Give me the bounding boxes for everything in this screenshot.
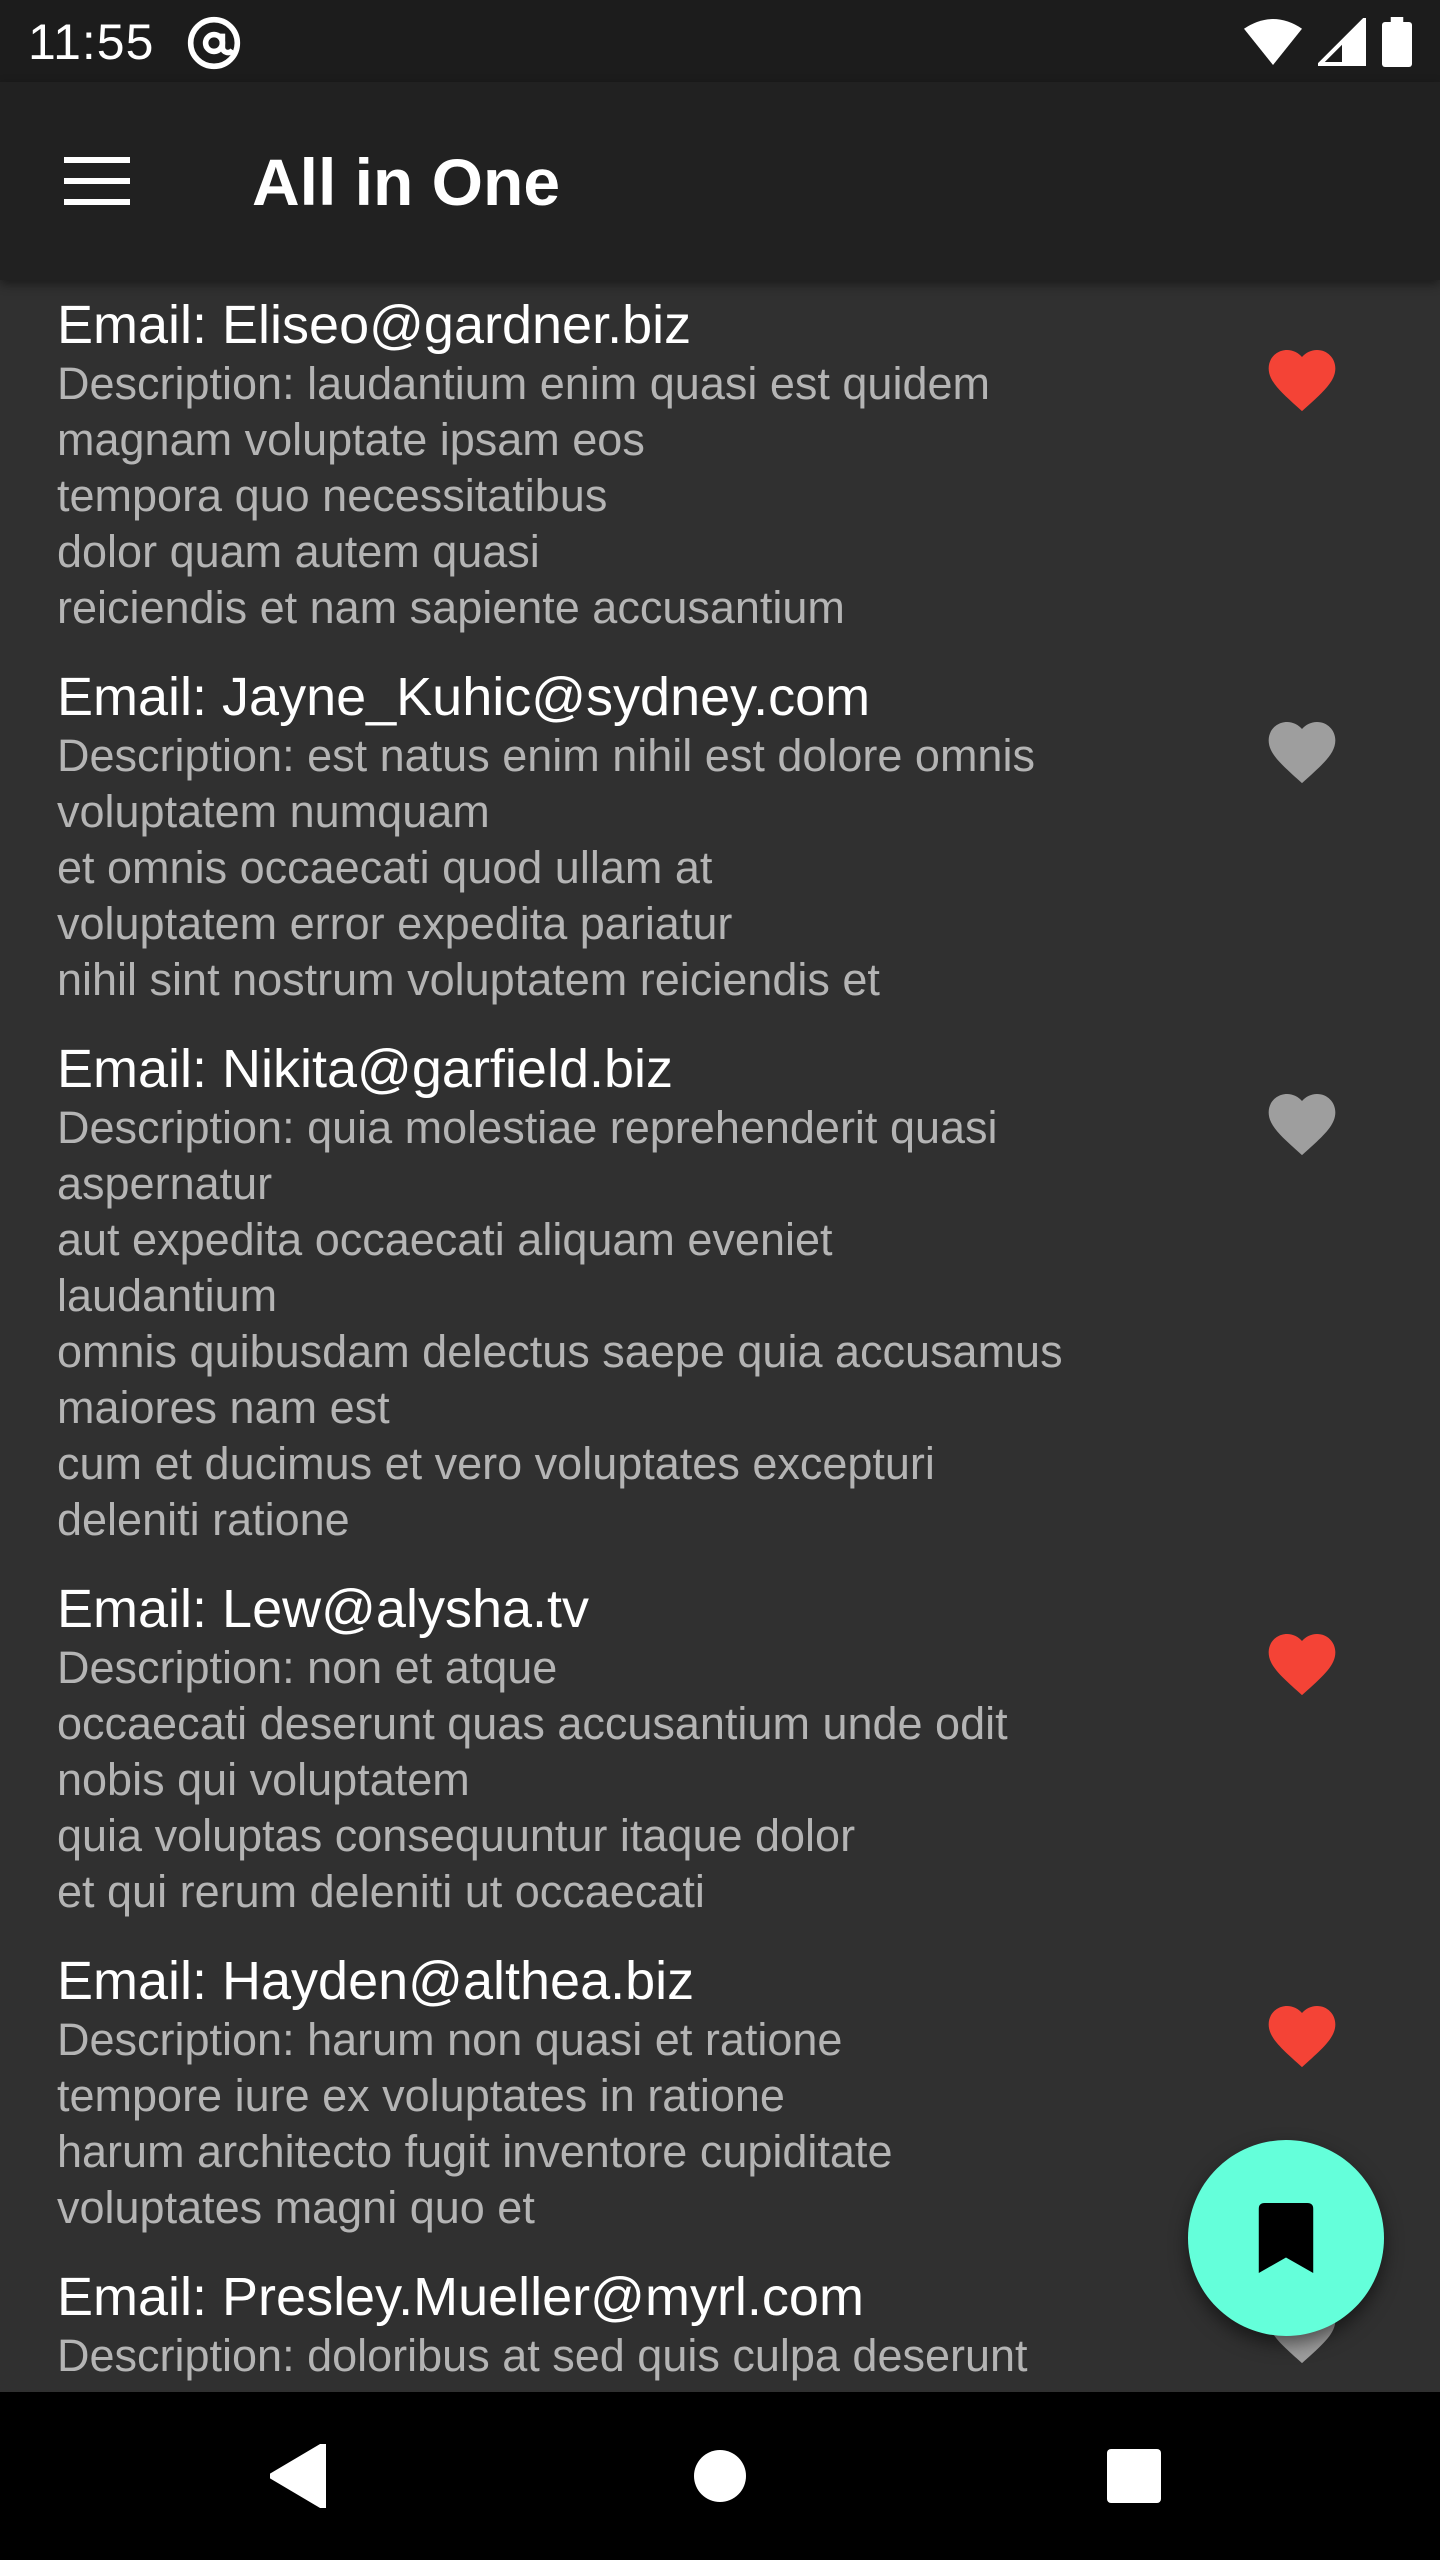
description-line: Description: non et atque [57,1642,558,1693]
signal-icon [1318,18,1366,66]
navigation-bar [0,2392,1440,2560]
description-line: nobis qui voluptatem [57,1754,470,1805]
favorite-toggle[interactable] [1262,1624,1342,1704]
description-line: tempore iure ex voluptates in ratione [57,2070,785,2121]
favorite-toggle[interactable] [1262,340,1342,420]
favorite-toggle[interactable] [1262,712,1342,792]
heart-icon [1268,2006,1336,2068]
description-line: tempora quo necessitatibus [57,470,608,521]
description-line: laudantium [57,1270,278,1321]
hamburger-menu-icon [64,157,130,205]
description-line: Description: est natus enim nihil est do… [57,730,1035,781]
status-bar: 11:55 [0,0,1440,82]
description-line: harum architecto fugit inventore cupidit… [57,2126,893,2177]
description-line: nihil sint nostrum voluptatem reiciendis… [57,954,880,1005]
heart-icon [1268,1094,1336,1156]
description-line: magnam voluptate ipsam eos [57,414,645,465]
description-line: aut expedita occaecati aliquam eveniet [57,1214,833,1265]
app-title: All in One [252,145,561,219]
item-email: Email: Lew@alysha.tv [57,1579,590,1639]
comment-list[interactable]: Email: Eliseo@gardner.biz Description: la… [0,280,1440,2392]
wifi-icon [1244,19,1302,65]
description-line: reiciendis et nam sapiente accusantium [57,582,845,633]
heart-icon [1268,722,1336,784]
bookmark-icon [1258,2203,1314,2273]
nav-back-button[interactable] [250,2426,350,2526]
app-screen: 11:55 All in One Email: Eliseo@gardner.b… [0,0,1440,2560]
item-description: Description: doloribus at sed quis culpa… [57,2328,1220,2384]
at-sign-icon [187,16,241,70]
list-item[interactable]: Email: Eliseo@gardner.biz Description: la… [0,280,1440,652]
back-icon [270,2444,326,2508]
item-description: Description: quia molestiae reprehenderi… [57,1100,1220,1548]
menu-button[interactable] [48,132,146,230]
description-line: et omnis occaecati quod ullam at [57,842,713,893]
description-line: voluptatem numquam [57,786,490,837]
description-line: dolor quam autem quasi [57,526,540,577]
item-description: Description: laudantium enim quasi est q… [57,356,1220,636]
list-item[interactable]: Email: Jayne_Kuhic@sydney.com Description… [0,652,1440,1024]
description-line: et qui rerum deleniti ut occaecati [57,1866,705,1917]
favorite-toggle[interactable] [1262,1084,1342,1164]
heart-icon [1268,1634,1336,1696]
item-email: Email: Hayden@althea.biz [57,1951,695,2011]
item-email: Email: Nikita@garfield.biz [57,1039,674,1099]
description-line: Description: quia molestiae reprehenderi… [57,1102,998,1153]
nav-recents-button[interactable] [1084,2426,1184,2526]
item-description: Description: non et atque occaecati deser… [57,1640,1220,1920]
list-item[interactable]: Email: Lew@alysha.tv Description: non et … [0,1564,1440,1936]
description-line: voluptatem error expedita pariatur [57,898,733,949]
description-line: maiores nam est [57,1382,390,1433]
battery-icon [1382,17,1412,67]
favorite-toggle[interactable] [1262,1996,1342,2076]
description-line: aspernatur [57,1158,273,1209]
app-bar: All in One [0,82,1440,280]
status-time: 11:55 [28,14,155,70]
description-line: quia voluptas consequuntur itaque dolor [57,1810,856,1861]
item-description: Description: harum non quasi et ratione t… [57,2012,1220,2236]
description-line: cum et ducimus et vero voluptates except… [57,1438,935,1489]
bookmarks-fab[interactable] [1188,2140,1384,2336]
description-line: voluptates magni quo et [57,2182,535,2233]
item-email: Email: Presley.Mueller@myrl.com [57,2267,864,2327]
description-line: Description: laudantium enim quasi est q… [57,358,990,409]
description-line: occaecati deserunt quas accusantium unde… [57,1698,1008,1749]
list-item[interactable]: Email: Nikita@garfield.biz Description: q… [0,1024,1440,1564]
home-icon [694,2450,746,2502]
description-line: deleniti ratione [57,1494,350,1545]
recents-icon [1107,2449,1161,2503]
item-email: Email: Jayne_Kuhic@sydney.com [57,667,871,727]
item-description: Description: est natus enim nihil est do… [57,728,1220,1008]
status-icons [1244,16,1412,68]
description-line: omnis quibusdam delectus saepe quia accu… [57,1326,1063,1377]
item-email: Email: Eliseo@gardner.biz [57,295,692,355]
description-line: Description: harum non quasi et ratione [57,2014,843,2065]
nav-home-button[interactable] [670,2426,770,2526]
description-line: Description: doloribus at sed quis culpa… [57,2330,1028,2381]
heart-icon [1268,350,1336,412]
